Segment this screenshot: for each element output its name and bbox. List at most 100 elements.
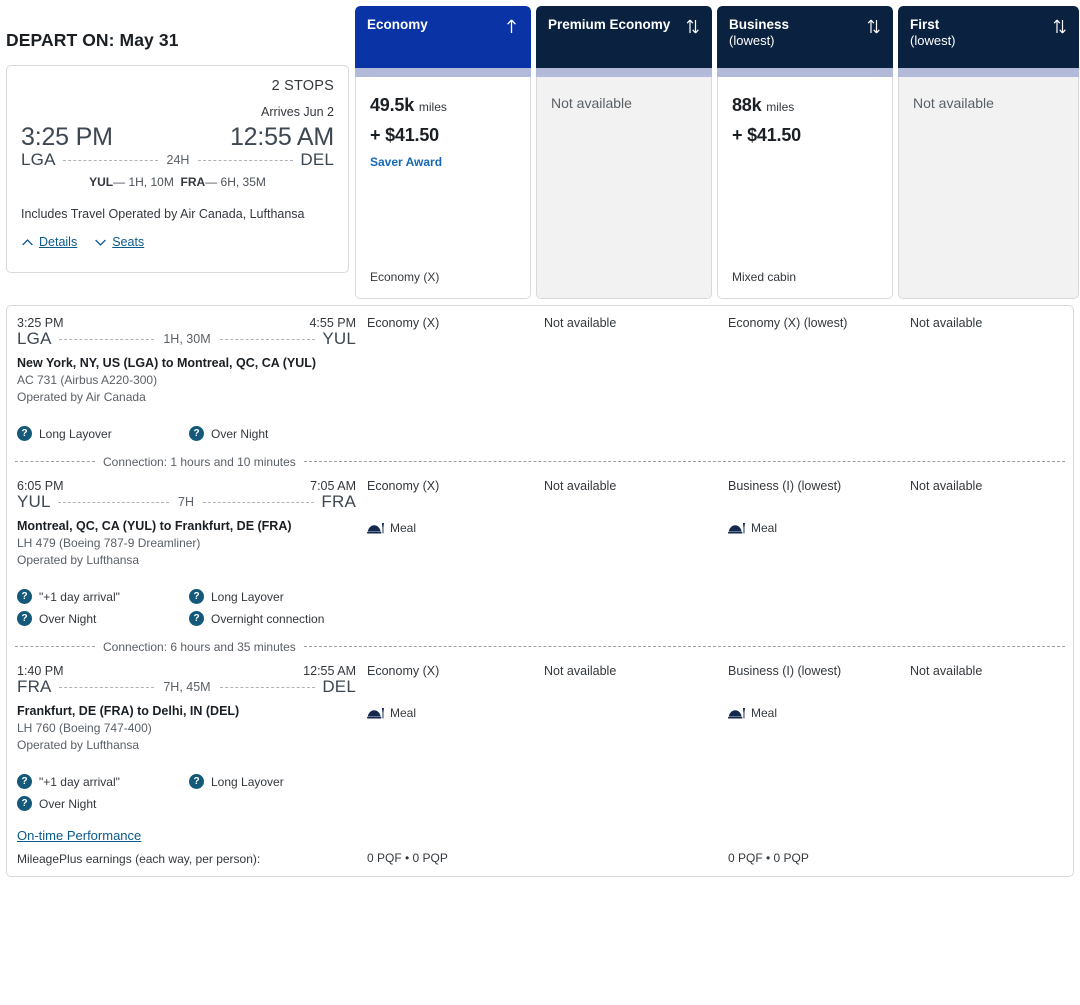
seats-toggle[interactable]: Seats xyxy=(94,235,144,249)
mileage-earnings-label: MileagePlus earnings (each way, per pers… xyxy=(17,852,261,866)
segment-route-codes-1: LGA 1H, 30M YUL xyxy=(17,329,356,349)
fare-band-economy xyxy=(355,68,531,77)
fare-title-economy: Economy xyxy=(367,17,428,32)
connection-dash-right xyxy=(303,461,1065,463)
question-mark-icon: ? xyxy=(17,589,32,604)
fare-column-premium-economy[interactable]: Premium Economy Not available xyxy=(536,6,712,299)
segment-cabin-first-3: Not available xyxy=(900,664,1080,811)
segment-cabin-business-1: Economy (X) (lowest) xyxy=(719,316,900,441)
segment-route-codes-3: FRA 7H, 45M DEL xyxy=(17,677,356,697)
fare-columns: Economy 49.5k miles + $41.50 Saver Award… xyxy=(355,0,1080,299)
badge-over-night-3[interactable]: ? Over Night xyxy=(17,796,189,811)
meal-label: Meal xyxy=(751,706,778,720)
segment-operator-3: Operated by Lufthansa xyxy=(17,738,140,752)
sort-ascending-icon[interactable] xyxy=(504,18,519,35)
segment-cabin-premium-economy-3: Not available xyxy=(538,664,719,811)
flight-summary-column: DEPART ON: May 31 2 STOPS Arrives Jun 2 … xyxy=(0,0,355,273)
fare-body-economy: 49.5k miles + $41.50 Saver Award Economy… xyxy=(355,77,531,299)
fare-band-business xyxy=(717,68,893,77)
cabin-label: Not available xyxy=(910,316,983,330)
earnings-value: 0 PQF • 0 PQP xyxy=(728,851,809,865)
question-mark-icon: ? xyxy=(17,774,32,789)
segment-times-2: 6:05 PM 7:05 AM xyxy=(17,479,356,493)
segment-cabin-economy-1: Economy (X) xyxy=(362,316,538,441)
fare-title-first: First (lowest) xyxy=(910,17,956,48)
badge-row: ? "+1 day arrival" ? Long Layover xyxy=(17,774,356,789)
fare-header-premium-economy[interactable]: Premium Economy xyxy=(536,6,712,68)
badge-overnight-connection-2[interactable]: ? Overnight connection xyxy=(189,611,324,626)
details-label: Details xyxy=(39,235,78,249)
flight-results-page: DEPART ON: May 31 2 STOPS Arrives Jun 2 … xyxy=(0,0,1080,1005)
badge-over-night-1[interactable]: ? Over Night xyxy=(189,426,268,441)
summary-origin-code: LGA xyxy=(21,150,56,169)
top-zone: DEPART ON: May 31 2 STOPS Arrives Jun 2 … xyxy=(0,0,1080,299)
connection-text-1: Connection: 1 hours and 10 minutes xyxy=(103,455,296,469)
segment-cabins-3: Economy (X) Meal Not available Business … xyxy=(362,664,1080,811)
fare-header-first[interactable]: First (lowest) xyxy=(898,6,1079,68)
footer-earnings-columns: 0 PQF • 0 PQP 0 PQF • 0 PQP xyxy=(362,827,1080,866)
segment-arrive-time-3: 12:55 AM xyxy=(303,664,356,678)
segment-cabin-business-2: Business (I) (lowest) Meal xyxy=(719,479,900,626)
badge-label: Long Layover xyxy=(211,589,284,604)
segment-cabin-economy-3: Economy (X) Meal xyxy=(362,664,538,811)
fare-header-economy[interactable]: Economy xyxy=(355,6,531,68)
on-time-performance-link[interactable]: On-time Performance xyxy=(17,828,141,843)
connection-text-2: Connection: 6 hours and 35 minutes xyxy=(103,640,296,654)
fare-band-first xyxy=(898,68,1079,77)
meal-icon xyxy=(728,523,745,534)
meal-label: Meal xyxy=(751,521,778,535)
connection-divider-2: Connection: 6 hours and 35 minutes xyxy=(15,640,1065,654)
fare-column-business[interactable]: Business (lowest) 88k miles + $41.50 Mixe… xyxy=(717,6,893,299)
segment-times-3: 1:40 PM 12:55 AM xyxy=(17,664,356,678)
layover-code-1: FRA xyxy=(180,175,206,189)
fare-body-premium-economy: Not available xyxy=(536,77,712,299)
cabin-label: Not available xyxy=(544,316,617,330)
footer-left: On-time Performance MileagePlus earnings… xyxy=(7,827,362,866)
badge-long-layover-2[interactable]: ? Long Layover xyxy=(189,589,284,604)
cabin-label: Economy (X) xyxy=(367,479,440,493)
sort-both-icon[interactable] xyxy=(1052,18,1067,35)
segment-cabins-2: Economy (X) Meal Not available Business … xyxy=(362,479,1080,626)
sort-both-icon[interactable] xyxy=(685,18,700,35)
segment-origin-3: FRA xyxy=(17,677,52,696)
footer-earnings-economy: 0 PQF • 0 PQP xyxy=(362,851,538,866)
cabin-label: Not available xyxy=(544,664,617,678)
summary-route-row: LGA 24H DEL xyxy=(21,150,334,170)
sort-both-icon[interactable] xyxy=(866,18,881,35)
connection-divider-1: Connection: 1 hours and 10 minutes xyxy=(15,455,1065,469)
fare-header-business[interactable]: Business (lowest) xyxy=(717,6,893,68)
segment-badges-1: ? Long Layover ? Over Night xyxy=(17,426,356,441)
meal-icon xyxy=(367,708,384,719)
badge-long-layover-1[interactable]: ? Long Layover xyxy=(17,426,189,441)
badge-over-night-2[interactable]: ? Over Night xyxy=(17,611,189,626)
badge-plus-one-day-3[interactable]: ? "+1 day arrival" xyxy=(17,774,189,789)
seats-label: Seats xyxy=(112,235,145,249)
segment-depart-time-2: 6:05 PM xyxy=(17,479,64,493)
fare-body-business: 88k miles + $41.50 Mixed cabin xyxy=(717,77,893,299)
fare-miles-economy: 49.5k miles xyxy=(370,95,516,116)
fare-title-business: Business (lowest) xyxy=(729,17,789,48)
connection-dash-left xyxy=(15,646,95,648)
chevron-up-icon xyxy=(22,238,33,245)
badge-long-layover-3[interactable]: ? Long Layover xyxy=(189,774,284,789)
segment-info-3: 1:40 PM 12:55 AM FRA 7H, 45M DEL Frankfu… xyxy=(7,664,362,811)
details-toggle[interactable]: Details xyxy=(21,235,77,249)
fare-subtitle-business: (lowest) xyxy=(729,32,775,48)
flight-summary-card[interactable]: 2 STOPS Arrives Jun 2 3:25 PM 12:55 AM L… xyxy=(6,65,349,273)
segment-route-text-3: Frankfurt, DE (FRA) to Delhi, IN (DEL) xyxy=(17,704,240,718)
segment-badges-3: ? "+1 day arrival" ? Long Layover ? Over Ni… xyxy=(17,774,356,811)
badge-label: Over Night xyxy=(39,611,97,626)
fare-column-economy[interactable]: Economy 49.5k miles + $41.50 Saver Award… xyxy=(355,6,531,299)
arrival-date: Arrives Jun 2 xyxy=(261,105,334,119)
segment-dest-1: YUL xyxy=(322,329,357,348)
meal-icon xyxy=(728,708,745,719)
fare-unavailable-first: Not available xyxy=(913,95,994,111)
fare-column-first[interactable]: First (lowest) Not available xyxy=(898,6,1079,299)
fare-miles-unit-business: miles xyxy=(766,100,795,114)
badge-plus-one-day-2[interactable]: ? "+1 day arrival" xyxy=(17,589,189,604)
badge-label: "+1 day arrival" xyxy=(39,774,120,789)
footer-earnings-first xyxy=(900,865,1080,866)
cabin-label: Not available xyxy=(910,479,983,493)
segment-dash-left-2 xyxy=(57,502,170,504)
earnings-value xyxy=(544,865,719,866)
